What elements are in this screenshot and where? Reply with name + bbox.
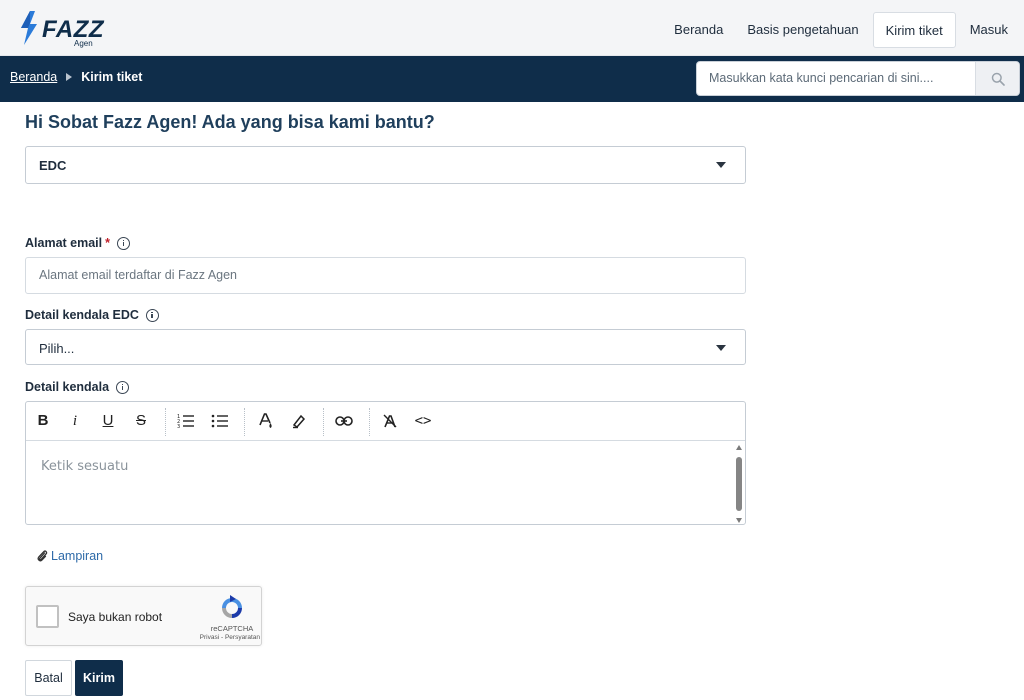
info-icon[interactable] <box>117 236 130 250</box>
top-header: FAZZ Agen Beranda Basis pengetahuan Kiri… <box>0 0 1024 56</box>
underline-button[interactable]: U <box>97 411 119 431</box>
recaptcha-checkbox[interactable] <box>36 605 59 628</box>
submit-button[interactable]: Kirim <box>75 660 123 696</box>
chevron-down-icon <box>716 162 726 168</box>
email-label: Alamat email * <box>25 236 130 250</box>
clear-format-button[interactable] <box>379 411 401 431</box>
detail-label-text: Detail kendala <box>25 380 110 394</box>
required-marker: * <box>105 236 110 250</box>
category-select[interactable]: EDC <box>25 146 746 184</box>
search-box: Masukkan kata kunci pencarian di sini...… <box>696 61 1020 96</box>
nav-masuk[interactable]: Masuk <box>958 12 1014 48</box>
page-title: Hi Sobat Fazz Agen! Ada yang bisa kami b… <box>25 112 435 132</box>
nav-beranda[interactable]: Beranda <box>662 12 735 48</box>
toolbar-divider <box>165 408 166 436</box>
detail-edc-select-value: Pilih... <box>39 341 75 356</box>
code-view-button[interactable]: <> <box>412 411 434 431</box>
attachment-label: Lampiran <box>51 549 104 563</box>
recaptcha-privacy-terms-links[interactable]: Privasi - Persyaratan <box>184 634 260 641</box>
search-icon <box>991 72 1005 86</box>
detail-edc-label: Detail kendala EDC <box>25 308 159 322</box>
logo-subtitle: Agen <box>74 39 93 48</box>
search-input[interactable]: Masukkan kata kunci pencarian di sini...… <box>709 62 933 95</box>
paperclip-icon <box>37 550 48 562</box>
strikethrough-button[interactable]: S <box>130 411 152 431</box>
info-icon[interactable] <box>145 308 159 322</box>
breadcrumb-home-link[interactable]: Beranda <box>10 70 57 84</box>
nav-kirim-tiket[interactable]: Kirim tiket <box>872 12 956 48</box>
chevron-down-icon <box>716 345 726 351</box>
email-field[interactable]: Alamat email terdaftar di Fazz Agen <box>25 257 746 294</box>
ordered-list-icon: 1 2 3 <box>177 414 194 430</box>
ordered-list-button[interactable]: 1 2 3 <box>175 411 197 431</box>
clear-format-icon <box>383 414 397 428</box>
detail-edc-label-text: Detail kendala EDC <box>25 308 139 322</box>
detail-label: Detail kendala <box>25 380 130 394</box>
rich-text-editor: B i U S 1 2 3 <> Ketik sesuatu <box>25 401 746 525</box>
logo-wordmark: FAZZ <box>42 16 104 43</box>
breadcrumb-current: Kirim tiket <box>81 70 143 84</box>
recaptcha-brand: reCAPTCHA <box>210 624 254 633</box>
scroll-down-arrow-icon[interactable] <box>736 518 742 523</box>
highlight-icon <box>292 414 306 429</box>
cancel-button[interactable]: Batal <box>25 660 72 696</box>
recaptcha-logo-icon <box>222 595 242 618</box>
toolbar-divider <box>323 408 324 436</box>
category-select-value: EDC <box>39 158 67 173</box>
email-field-placeholder: Alamat email terdaftar di Fazz Agen <box>39 268 238 282</box>
main-nav: Beranda Basis pengetahuan Kirim tiket Ma… <box>662 12 1014 48</box>
editor-toolbar: B i U S 1 2 3 <> <box>26 402 745 441</box>
font-color-button[interactable] <box>255 411 277 431</box>
nav-basis-pengetahuan[interactable]: Basis pengetahuan <box>735 12 870 48</box>
insert-link-button[interactable] <box>333 411 355 431</box>
editor-placeholder: Ketik sesuatu <box>41 459 129 474</box>
attachment-link[interactable]: Lampiran <box>36 549 103 563</box>
email-label-text: Alamat email <box>25 236 103 250</box>
font-color-icon <box>259 413 272 428</box>
svg-text:3: 3 <box>177 424 180 429</box>
editor-text-area[interactable]: Ketik sesuatu <box>26 442 734 524</box>
bold-button[interactable]: B <box>32 411 54 431</box>
bulleted-list-button[interactable] <box>209 411 231 431</box>
toolbar-divider <box>244 408 245 436</box>
fazz-bolt-icon <box>21 11 37 45</box>
fazz-agen-logo[interactable]: FAZZ Agen <box>18 10 104 48</box>
italic-button[interactable]: i <box>64 411 86 431</box>
search-button[interactable] <box>975 62 1019 95</box>
recaptcha-label: Saya bukan robot <box>68 610 163 624</box>
info-icon[interactable] <box>116 380 130 394</box>
breadcrumb-arrow-icon <box>66 73 73 81</box>
recaptcha-widget: Saya bukan robot reCAPTCHA Privasi - Per… <box>25 586 262 646</box>
scrollbar-thumb[interactable] <box>736 457 742 511</box>
link-icon <box>335 416 353 426</box>
bulleted-list-icon <box>211 414 228 428</box>
detail-edc-select[interactable]: Pilih... <box>25 329 746 365</box>
toolbar-divider <box>369 408 370 436</box>
editor-scrollbar[interactable] <box>735 445 743 523</box>
highlight-button[interactable] <box>288 411 310 431</box>
scroll-up-arrow-icon[interactable] <box>736 445 742 450</box>
breadcrumb: Beranda Kirim tiket <box>10 70 142 84</box>
